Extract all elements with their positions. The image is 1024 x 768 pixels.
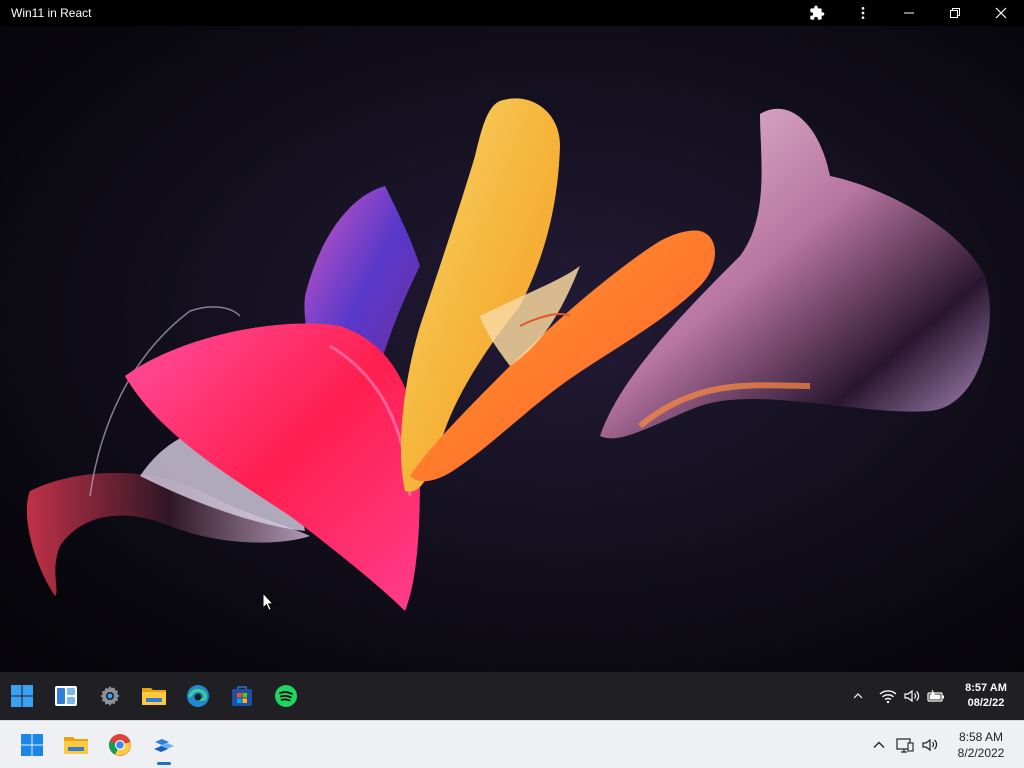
host-taskbar-clock[interactable]: 8:58 AM 8/2/2022 [944,729,1018,761]
screen: Win11 in React 8:57 AM 08/2/22 8:58 AM 8… [0,0,1024,768]
clock-time: 8:57 AM [965,682,1007,694]
chrome-icon [108,733,131,756]
window-title: Win11 in React [11,6,92,20]
host-chrome-button[interactable] [98,723,142,767]
volume-icon [904,689,920,703]
host-show-hidden-icons-button[interactable] [866,732,892,758]
host-file-explorer-button[interactable] [54,723,98,767]
host-system-tray: 8:58 AM 8/2/2022 [866,729,1024,761]
store-button[interactable] [220,674,264,718]
restore-button[interactable] [932,0,978,26]
close-icon [995,7,1007,19]
host-clock-time: 8:58 AM [958,729,1004,744]
volume-button[interactable] [900,684,924,708]
chevron-up-icon [873,741,885,748]
restore-icon [950,8,960,18]
host-clock-date: 8/2/2022 [957,745,1005,760]
battery-button[interactable] [924,684,948,708]
more-options-button[interactable] [840,0,886,26]
extensions-icon [810,5,825,20]
host-volume-button[interactable] [918,732,944,758]
more-vert-icon [861,7,865,19]
mouse-cursor-icon [262,592,275,611]
minimize-button[interactable] [886,0,932,26]
battery-icon [927,689,944,702]
system-tray: 8:57 AM 08/2/22 [846,672,1024,720]
minimize-icon [904,12,914,14]
host-start-button[interactable] [10,723,54,767]
bloom-artwork [26,98,990,611]
store-icon [232,686,252,706]
edge-icon [187,685,209,707]
app-icon [154,738,174,752]
windows-logo-icon [21,733,43,756]
host-win11-react-app-button[interactable] [142,723,186,767]
host-taskbar: 8:58 AM 8/2/2022 [0,720,1024,768]
spotify-icon [275,685,297,707]
start-button[interactable] [0,674,44,718]
volume-icon [922,738,938,751]
settings-button[interactable] [88,674,132,718]
window-titlebar[interactable]: Win11 in React [0,0,1024,26]
folder-icon [142,688,166,705]
active-indicator [157,761,171,765]
widgets-button[interactable] [44,674,88,718]
file-explorer-button[interactable] [132,674,176,718]
spotify-button[interactable] [264,674,308,718]
emulated-taskbar: 8:57 AM 08/2/22 [0,672,1024,720]
edge-button[interactable] [176,674,220,718]
clock-date: 08/2/22 [967,697,1005,709]
windows-logo-icon [11,685,33,707]
network-icon [896,737,914,753]
wifi-button[interactable] [876,684,900,708]
desktop-wallpaper[interactable] [0,26,1024,672]
wifi-icon [879,690,897,704]
host-network-button[interactable] [892,732,918,758]
chevron-up-icon [853,693,863,699]
show-hidden-icons-button[interactable] [846,684,870,708]
gear-icon [100,686,120,706]
taskbar-clock[interactable]: 8:57 AM 08/2/22 [948,681,1024,711]
close-button[interactable] [978,0,1024,26]
widgets-icon [55,686,77,706]
extensions-button[interactable] [794,0,840,26]
folder-icon [64,736,88,754]
